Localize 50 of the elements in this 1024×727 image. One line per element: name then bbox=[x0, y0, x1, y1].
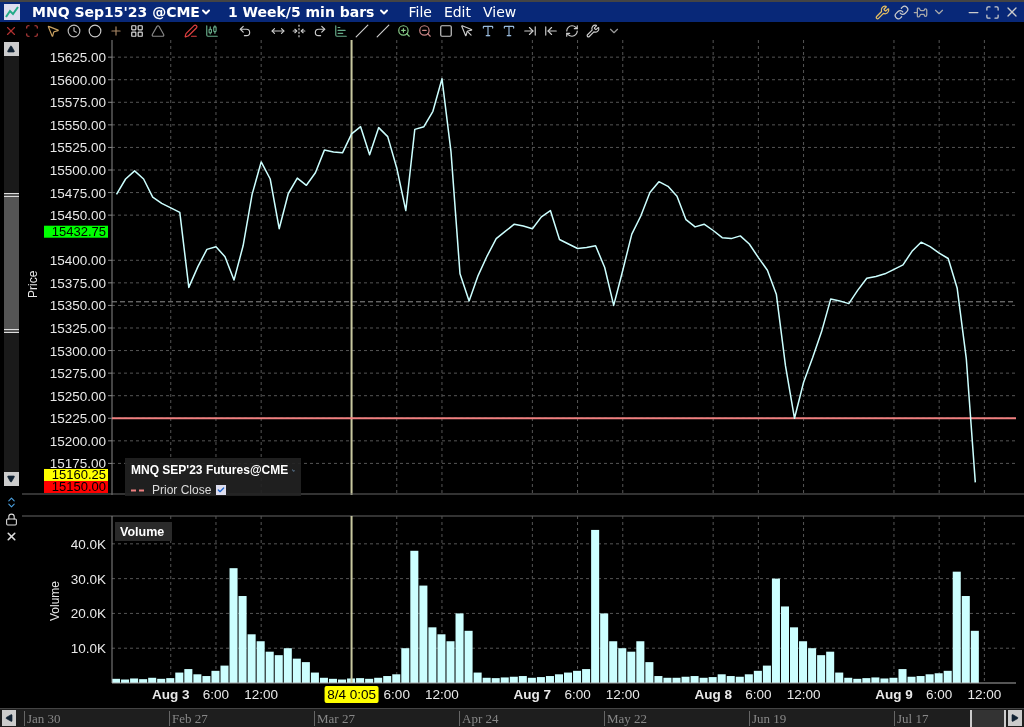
legend-title: MNQ SEP'23 Futures@CME bbox=[131, 462, 289, 479]
time-label: 6:00 bbox=[745, 687, 772, 702]
price-label: 15450.00 bbox=[49, 208, 106, 224]
time-label: 6:00 bbox=[383, 687, 410, 702]
price-label: 15250.00 bbox=[49, 388, 106, 404]
time-label: Aug 7 bbox=[513, 687, 552, 702]
price-label: 15325.00 bbox=[49, 321, 106, 336]
time-label: 6:00 bbox=[564, 687, 591, 702]
pane-title: Volume bbox=[115, 522, 172, 541]
navigator-date: Jul 17 bbox=[894, 710, 929, 726]
navigator-date: Jun 19 bbox=[749, 710, 894, 726]
price-label: 15375.00 bbox=[49, 275, 106, 291]
volume-label: 30.0K bbox=[70, 571, 106, 587]
navigator-date: Mar 27 bbox=[314, 710, 459, 726]
price-label: 15625.00 bbox=[49, 50, 106, 66]
price-tag: 15160.25 bbox=[44, 467, 108, 483]
price-tag: 15432.75 bbox=[44, 224, 108, 240]
price-label: 15575.00 bbox=[49, 95, 106, 111]
price-label: 15500.00 bbox=[49, 163, 106, 178]
price-label: 15600.00 bbox=[49, 72, 106, 88]
time-label: 6:00 bbox=[926, 687, 953, 702]
price-label: 15400.00 bbox=[49, 253, 106, 269]
legend-label: Prior Close bbox=[152, 482, 212, 499]
time-label: 12:00 bbox=[786, 687, 821, 702]
price-label: 15550.00 bbox=[49, 117, 106, 133]
time-label: Aug 9 bbox=[875, 687, 913, 702]
time-label: 12:00 bbox=[244, 687, 279, 702]
navigator-date: May 22 bbox=[604, 710, 749, 726]
price-label: 15525.00 bbox=[49, 140, 106, 156]
axis-title: Price bbox=[26, 270, 40, 298]
time-label: 12:00 bbox=[605, 687, 640, 702]
time-label: Aug 8 bbox=[694, 687, 732, 702]
time-label: Aug 3 bbox=[152, 687, 190, 702]
volume-label: 20.0K bbox=[70, 606, 106, 622]
volume-label: 40.0K bbox=[70, 536, 106, 552]
navigator-date: Feb 27 bbox=[169, 710, 314, 726]
volume-label: 10.0K bbox=[70, 641, 106, 657]
crosshair-time: 8/4 0:05 bbox=[324, 686, 379, 703]
price-label: 15475.00 bbox=[49, 185, 106, 201]
price-label: 15350.00 bbox=[49, 298, 106, 314]
time-label: 12:00 bbox=[425, 687, 459, 702]
axis-title: Volume bbox=[48, 580, 62, 621]
time-label: 6:00 bbox=[202, 687, 230, 702]
time-label: 12:00 bbox=[967, 687, 1002, 702]
navigator-date: Jan 30 bbox=[24, 710, 169, 726]
price-label: 15200.00 bbox=[49, 433, 106, 449]
navigator-date: Apr 24 bbox=[459, 710, 604, 726]
price-label: 15275.00 bbox=[49, 366, 106, 382]
price-label: 15225.00 bbox=[49, 411, 106, 427]
price-label: 15300.00 bbox=[49, 343, 106, 359]
